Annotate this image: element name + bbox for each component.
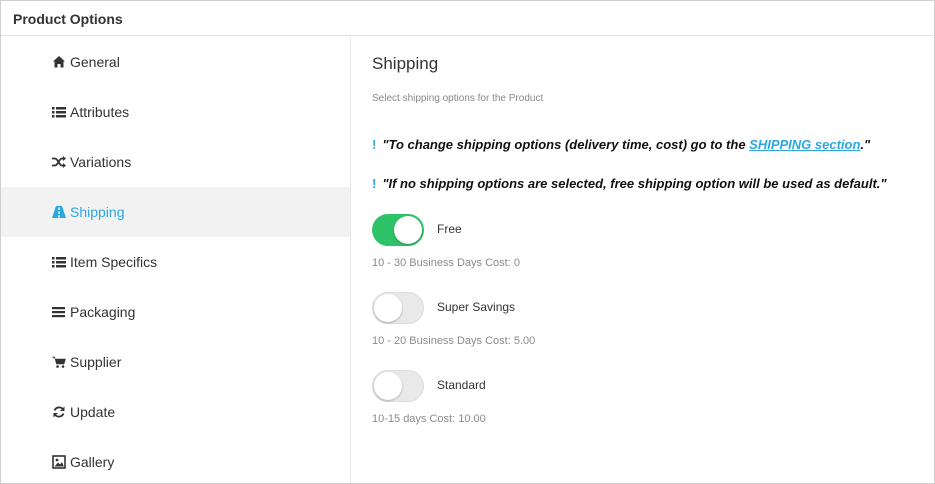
exclamation-icon: ! bbox=[372, 137, 377, 152]
toggle-knob bbox=[374, 372, 402, 400]
exclamation-icon: ! bbox=[372, 176, 377, 191]
default-shipping-notice: ! "If no shipping options are selected, f… bbox=[372, 176, 887, 191]
option-label: Super Savings bbox=[437, 300, 516, 314]
road-icon bbox=[52, 206, 66, 218]
sidebar-item-label: Attributes bbox=[70, 104, 130, 120]
section-subtitle: Select shipping options for the Product bbox=[372, 93, 544, 104]
bars-icon bbox=[52, 307, 65, 318]
shipping-notice: ! "To change shipping options (delivery t… bbox=[372, 137, 870, 152]
notice-text-end: ." bbox=[860, 137, 871, 152]
toggle-knob bbox=[394, 216, 422, 244]
option-description: 10-15 days Cost: 10.00 bbox=[372, 413, 486, 425]
section-title: Shipping bbox=[372, 54, 439, 73]
image-icon bbox=[52, 455, 66, 469]
sidebar-item-label: General bbox=[70, 54, 120, 70]
shipping-option-free: Free 10 - 30 Business Days Cost: 0 bbox=[372, 214, 772, 274]
cart-icon bbox=[52, 356, 66, 368]
toggle-knob bbox=[374, 294, 402, 322]
super-savings-toggle[interactable] bbox=[372, 292, 424, 324]
home-icon bbox=[53, 56, 65, 68]
shipping-section-link[interactable]: SHIPPING section bbox=[749, 137, 860, 152]
shipping-option-standard: Standard 10-15 days Cost: 10.00 bbox=[372, 370, 772, 430]
shuffle-icon bbox=[52, 156, 66, 168]
product-options-panel: Product Options General Attributes Varia… bbox=[0, 0, 935, 484]
sidebar-item-update[interactable]: Update bbox=[1, 387, 350, 437]
sidebar-item-variations[interactable]: Variations bbox=[1, 137, 350, 187]
panel-header: Product Options bbox=[1, 1, 934, 36]
sidebar-item-label: Packaging bbox=[70, 304, 136, 320]
sidebar-item-general[interactable]: General bbox=[1, 37, 350, 87]
option-label: Free bbox=[437, 222, 462, 236]
sidebar-item-label: Variations bbox=[70, 154, 132, 170]
option-description: 10 - 20 Business Days Cost: 5.00 bbox=[372, 335, 536, 347]
shipping-option-super-savings: Super Savings 10 - 20 Business Days Cost… bbox=[372, 292, 772, 352]
notice-text: "If no shipping options are selected, fr… bbox=[382, 176, 887, 191]
option-label: Standard bbox=[437, 378, 486, 392]
free-toggle[interactable] bbox=[372, 214, 424, 246]
sidebar-item-attributes[interactable]: Attributes bbox=[1, 87, 350, 137]
standard-toggle[interactable] bbox=[372, 370, 424, 402]
shipping-section: Shipping Select shipping options for the… bbox=[352, 37, 934, 483]
sidebar: General Attributes Variations Shipping I… bbox=[1, 37, 351, 483]
sidebar-item-gallery[interactable]: Gallery bbox=[1, 437, 350, 483]
sidebar-item-item-specifics[interactable]: Item Specifics bbox=[1, 237, 350, 287]
option-description: 10 - 30 Business Days Cost: 0 bbox=[372, 257, 520, 269]
list-icon bbox=[52, 257, 66, 268]
sidebar-item-label: Item Specifics bbox=[70, 254, 158, 270]
list-icon bbox=[52, 107, 66, 118]
sidebar-item-shipping[interactable]: Shipping bbox=[1, 187, 350, 237]
sidebar-item-label: Supplier bbox=[70, 354, 122, 370]
sidebar-item-label: Shipping bbox=[70, 204, 125, 220]
refresh-icon bbox=[53, 406, 65, 418]
panel-title: Product Options bbox=[13, 11, 123, 27]
sidebar-item-packaging[interactable]: Packaging bbox=[1, 287, 350, 337]
sidebar-item-label: Gallery bbox=[70, 454, 115, 470]
notice-text: "To change shipping options (delivery ti… bbox=[382, 137, 750, 152]
sidebar-item-supplier[interactable]: Supplier bbox=[1, 337, 350, 387]
sidebar-item-label: Update bbox=[70, 404, 116, 420]
